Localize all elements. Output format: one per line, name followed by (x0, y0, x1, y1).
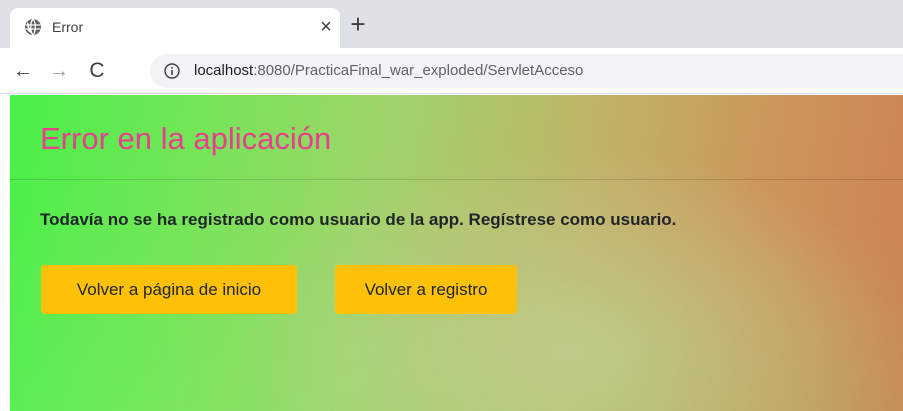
tab-strip: Error × + (0, 0, 903, 48)
url-host: localhost (194, 62, 254, 79)
tab-close-icon[interactable]: × (314, 15, 338, 39)
back-arrow-icon[interactable]: ← (10, 58, 36, 84)
info-icon[interactable] (164, 63, 180, 79)
page-content: Error en la aplicación Todavía no se ha … (10, 95, 903, 411)
new-tab-icon[interactable]: + (344, 10, 372, 38)
back-to-home-button[interactable]: Volver a página de inicio (41, 265, 297, 314)
browser-tab[interactable]: Error × (10, 8, 340, 48)
back-to-register-button[interactable]: Volver a registro (335, 265, 517, 314)
error-message: Todavía no se ha registrado como usuario… (40, 210, 677, 229)
browser-toolbar: ← → C localhost:8080/PracticaFinal_war_e… (0, 48, 903, 94)
reload-icon[interactable]: C (84, 58, 110, 84)
globe-icon (25, 18, 41, 36)
forward-arrow-icon[interactable]: → (46, 58, 72, 84)
url-path: :8080/PracticaFinal_war_exploded/Servlet… (253, 62, 584, 79)
header-divider (10, 179, 903, 180)
tab-title: Error (52, 19, 84, 35)
page-title: Error en la aplicación (40, 121, 332, 156)
address-bar[interactable]: localhost:8080/PracticaFinal_war_explode… (150, 54, 903, 88)
url-text[interactable]: localhost:8080/PracticaFinal_war_explode… (194, 62, 583, 79)
